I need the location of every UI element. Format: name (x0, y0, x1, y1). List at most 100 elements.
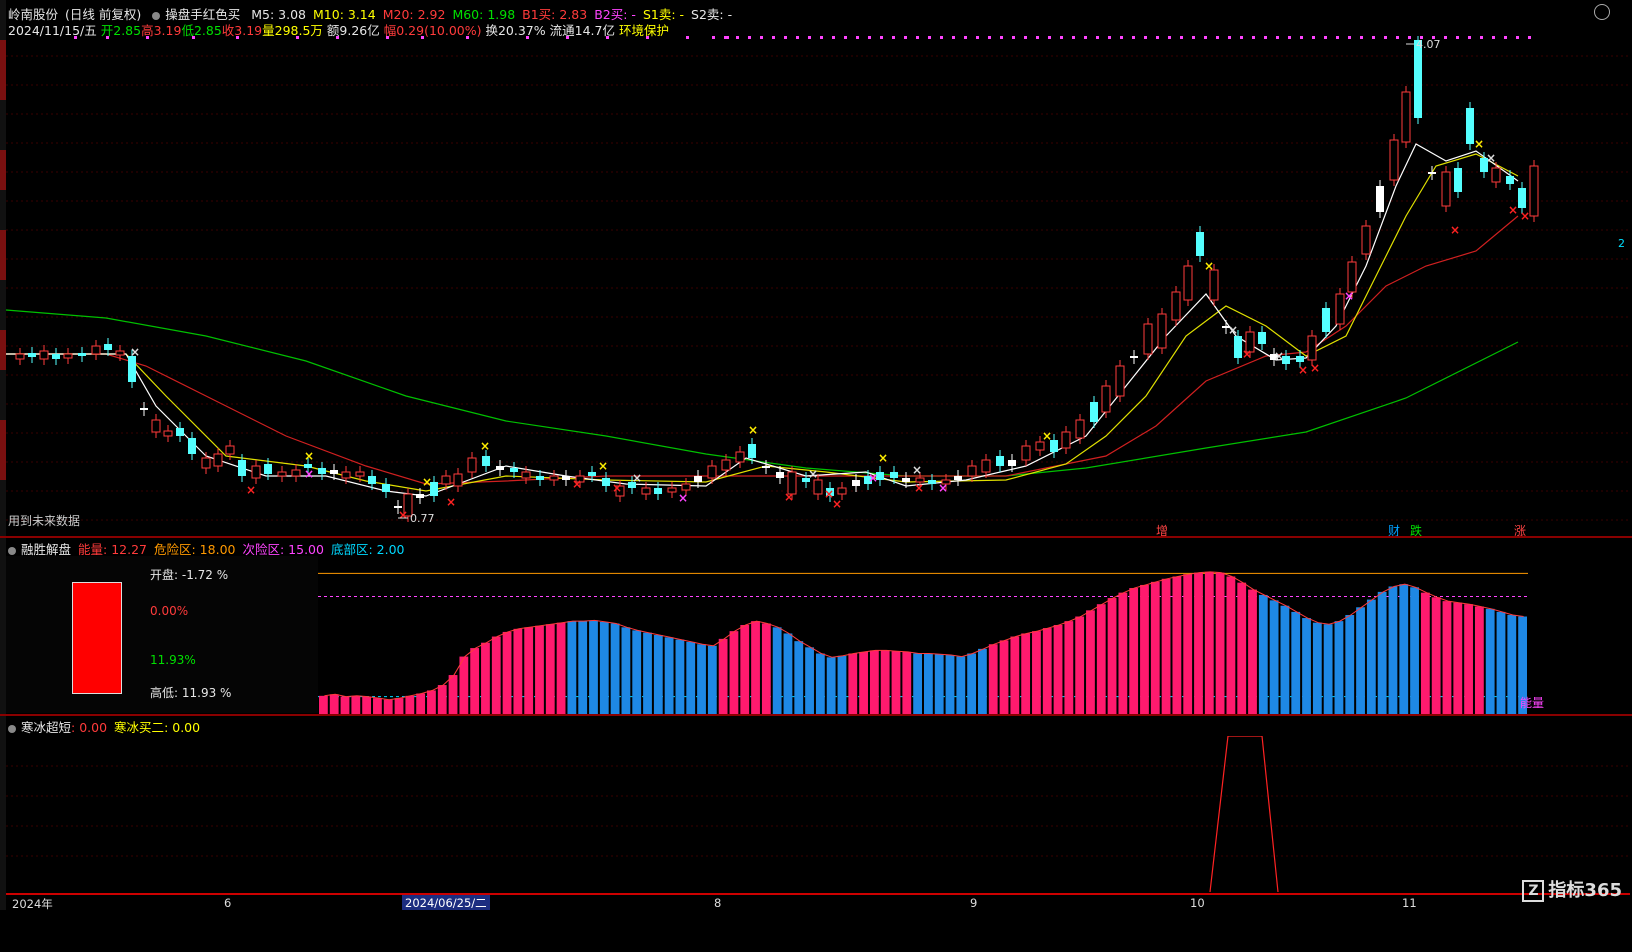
signal-dot (736, 36, 739, 39)
signal-dot (336, 36, 339, 39)
signal-dot (1108, 36, 1111, 39)
main-grid (6, 55, 1630, 521)
panel1-title[interactable]: 融胜解盘 (21, 542, 71, 557)
candle (602, 472, 610, 492)
event-label-cai[interactable]: 财 (1388, 524, 1400, 536)
energy-bar (351, 695, 361, 716)
energy-bar (643, 632, 652, 716)
signal-dot (784, 36, 787, 39)
date-axis[interactable]: 2024年 6 2024/06/25/二 8 9 10 11 (6, 893, 1630, 911)
signal-dot (1252, 36, 1255, 39)
energy-bar (675, 639, 685, 716)
signal-dot (1120, 36, 1123, 39)
candle (562, 470, 570, 486)
energy-bar (1172, 576, 1182, 716)
signal-x-marker: × (632, 471, 642, 485)
energy-bar (653, 635, 663, 716)
hanbing-grid (6, 765, 1630, 857)
signal-x-marker: × (446, 495, 456, 509)
candle (1361, 220, 1371, 260)
candle (318, 462, 326, 480)
energy-bar (1021, 633, 1031, 716)
energy-bar (567, 621, 577, 716)
panel2-v1: : 0.00 (71, 720, 108, 735)
signal-dot (892, 36, 895, 39)
axis-tick-10: 10 (1190, 896, 1205, 910)
candle (1454, 162, 1462, 198)
signal-dot (904, 36, 907, 39)
panel2-title[interactable]: 寒冰超短 (21, 720, 71, 735)
signal-dot (1000, 36, 1003, 39)
logo-text: 指标365 (1548, 880, 1622, 901)
signal-x-marker: × (938, 481, 948, 495)
info-bar-rect (72, 582, 122, 694)
future-data-note: 用到未来数据 (8, 514, 81, 528)
candle (1101, 380, 1111, 418)
right-price-label: 2 (1618, 237, 1625, 250)
signal-x-marker: × (304, 467, 314, 481)
indicator-toggle-icon[interactable] (152, 11, 161, 20)
energy-bar (988, 644, 998, 716)
panel2-header: 寒冰超短: 0.00 寒冰买二: 0.00 (8, 717, 200, 736)
energy-bar (427, 690, 436, 716)
signal-x-marker: × (1228, 323, 1238, 337)
panel2-toggle-icon[interactable] (8, 724, 16, 733)
signal-dot (466, 36, 469, 39)
signal-x-marker: × (868, 471, 878, 485)
hanbing-signal-line (1209, 736, 1279, 893)
signal-x-marker: × (1344, 289, 1354, 303)
event-label-die[interactable]: 跌 (1410, 523, 1422, 536)
signal-x-marker: × (1204, 259, 1214, 273)
signal-x-marker: × (784, 490, 794, 504)
signal-x-marker: × (1042, 429, 1052, 443)
energy-bar (319, 695, 328, 716)
signal-x-marker: × (398, 508, 408, 522)
signal-x-marker: × (1474, 137, 1484, 151)
info-highlow: 高低: 11.93 % (150, 684, 231, 701)
energy-bar (416, 693, 426, 716)
energy-bar (978, 648, 987, 716)
signal-dot (1528, 36, 1531, 39)
signal-dot (421, 36, 424, 39)
energy-bar (697, 644, 706, 716)
signal-x-marker: × (1274, 349, 1284, 363)
candle (52, 348, 60, 365)
candle (39, 345, 49, 365)
signal-x-marker: × (678, 491, 688, 505)
window-control-icon[interactable] (1594, 4, 1610, 20)
signal-dot (1048, 36, 1051, 39)
info-box: 开盘: -1.72 % 0.00% 11.93% 高低: 11.93 % (6, 556, 318, 713)
signal-x-marker: × (748, 423, 758, 437)
event-label-zhang[interactable]: 涨 (1514, 523, 1526, 536)
hanbing-chart[interactable] (6, 736, 1630, 894)
signal-dot (296, 36, 299, 39)
energy-bar-chart[interactable] (318, 556, 1528, 716)
info-hl-label: 高低: (150, 686, 179, 700)
energy-bar (1366, 599, 1376, 716)
candle (163, 425, 173, 442)
energy-bar (1496, 611, 1506, 716)
candle (1157, 308, 1167, 354)
ma20-line (6, 215, 1519, 485)
energy-bar (1269, 600, 1279, 716)
energy-bar (1042, 628, 1052, 716)
event-label-zeng[interactable]: 增 (1156, 524, 1168, 536)
panel1-toggle-icon[interactable] (8, 546, 16, 555)
energy-bar (1291, 611, 1301, 716)
signal-dot (1192, 36, 1195, 39)
energy-bar (491, 636, 501, 716)
info-green-pct: 11.93% (150, 653, 196, 667)
signal-dot (1036, 36, 1039, 39)
candle (1322, 302, 1330, 338)
energy-bar (999, 640, 1009, 716)
candle (482, 450, 490, 472)
signal-dot (928, 36, 931, 39)
signal-dot (1288, 36, 1291, 39)
energy-bar (740, 624, 750, 716)
signal-dot (606, 36, 609, 39)
candlestick-chart[interactable]: ×××××××××××××××××××××× ××××× ×× ×××××× × 4.0… (6, 36, 1630, 536)
ma5-line (6, 143, 1519, 497)
panel1-subdanger: 次险区: 15.00 (242, 542, 324, 557)
candle (667, 482, 677, 498)
signal-x-marker: × (1508, 203, 1518, 217)
